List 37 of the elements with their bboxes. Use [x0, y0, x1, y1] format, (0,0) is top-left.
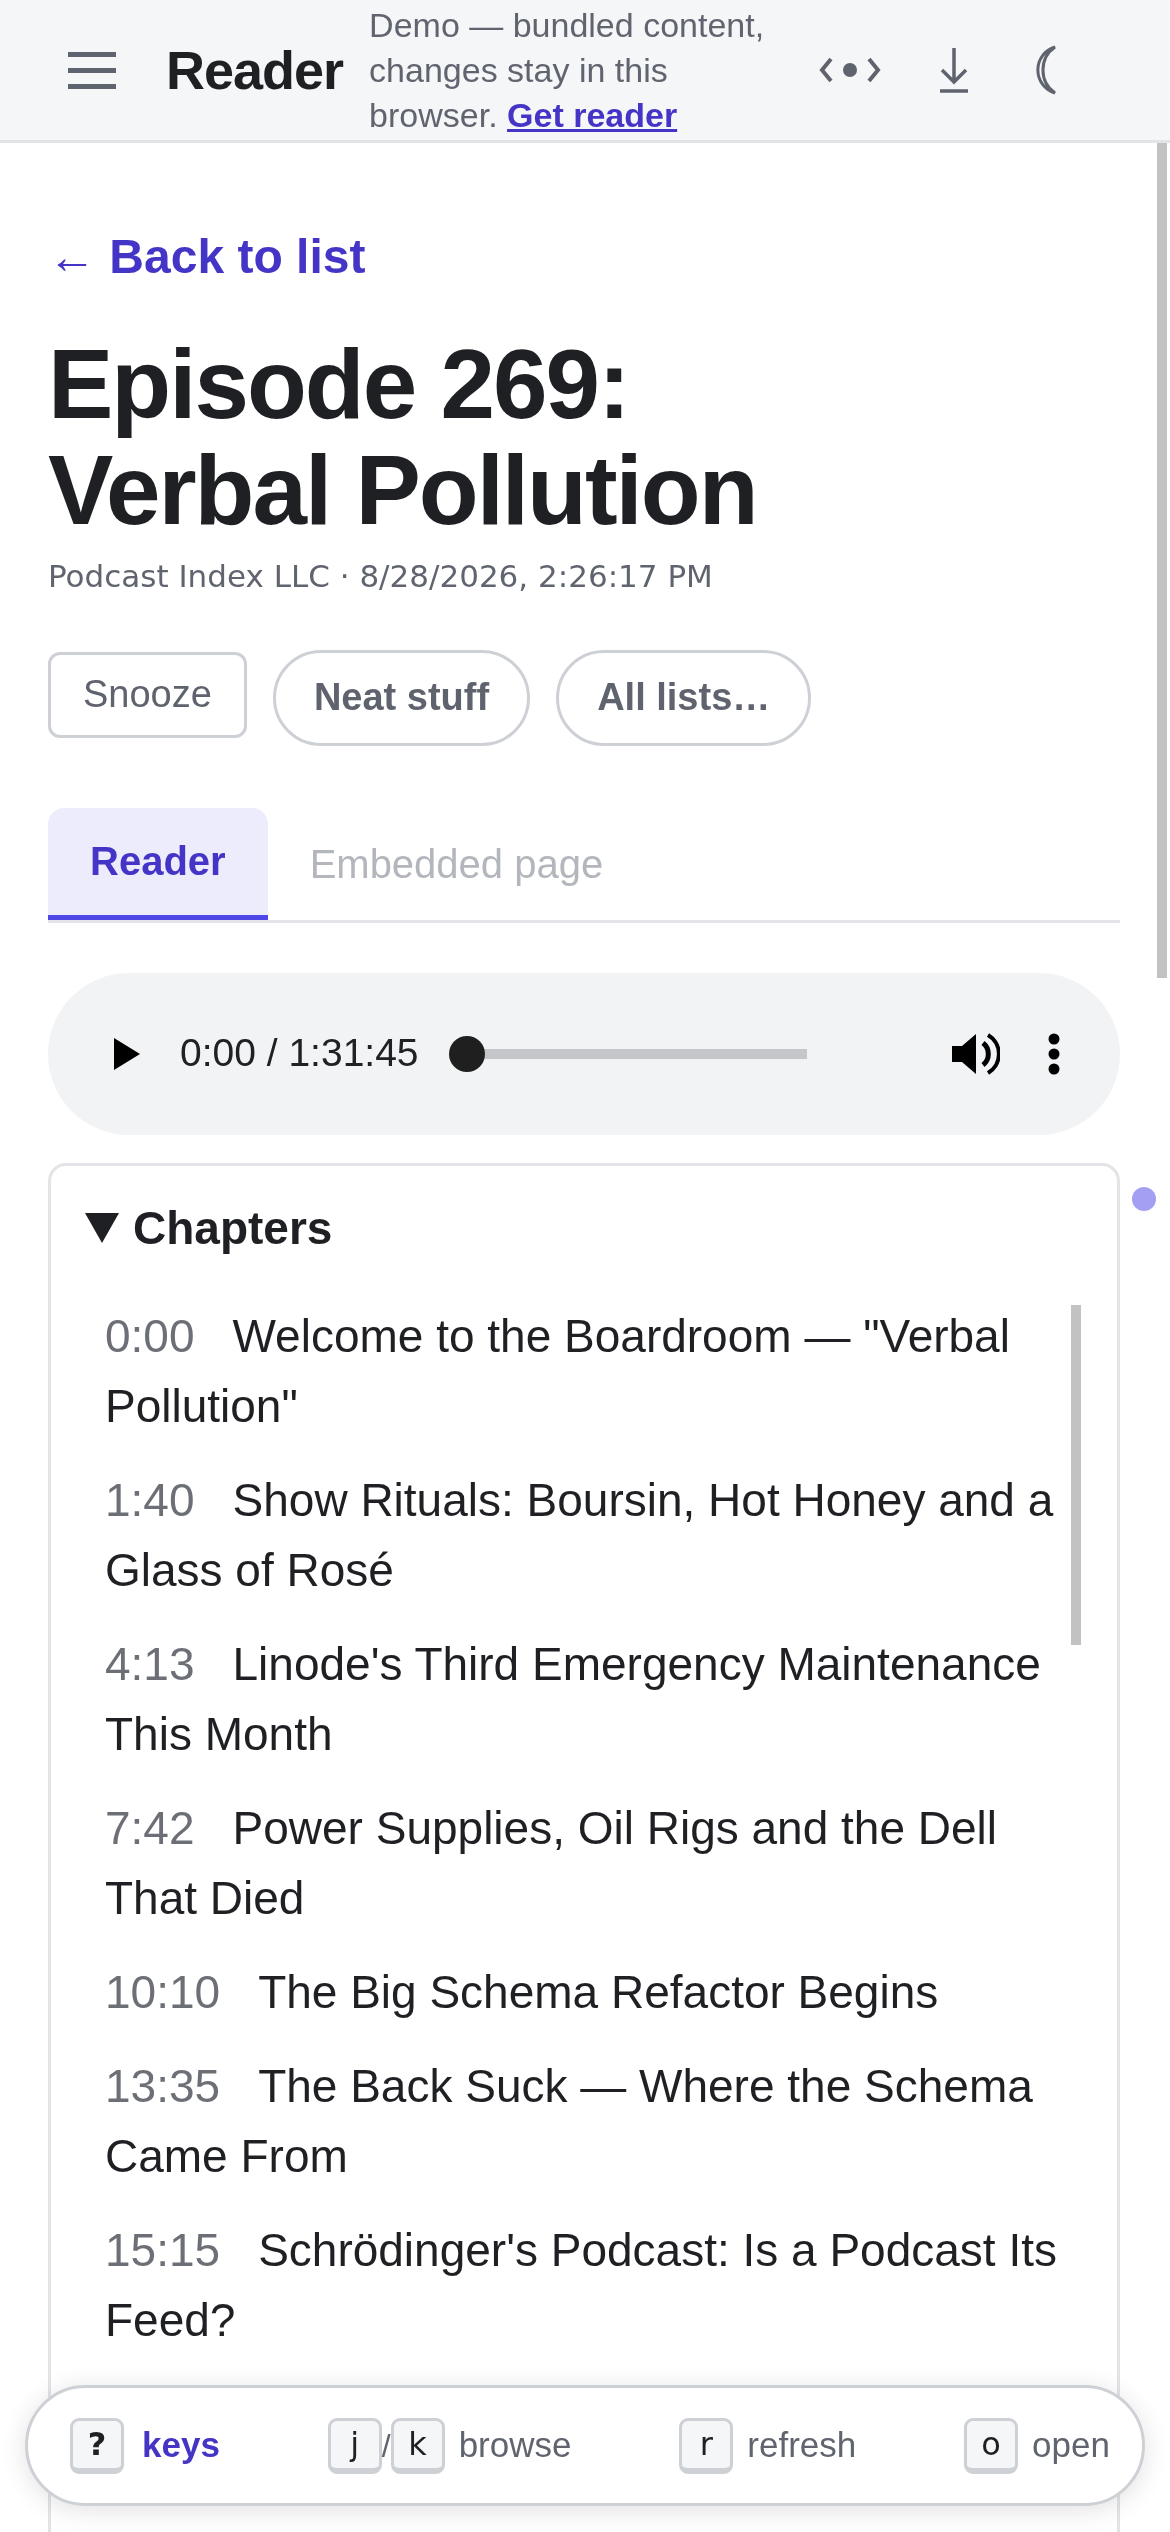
- key-separator: /: [381, 2426, 391, 2466]
- menu-icon[interactable]: [68, 50, 116, 90]
- action-button[interactable]: Neat stuff: [272, 649, 531, 746]
- chapter-item[interactable]: 0:00 Welcome to the Boardroom — "Verbal Pollution": [105, 1300, 1057, 1441]
- key-cap: r: [679, 2417, 734, 2474]
- episode-title: Episode 269: Verbal Pollution: [48, 331, 758, 543]
- key-cap: o: [964, 2417, 1019, 2474]
- key-cap: k: [390, 2417, 445, 2474]
- action-button[interactable]: All lists…: [556, 649, 812, 746]
- chapter-item[interactable]: 4:13 Linode's Third Emergency Maintenance This Month: [105, 1628, 1057, 1769]
- more-icon[interactable]: [1048, 1032, 1060, 1075]
- playback-time: 0:00 / 1:31:45: [180, 1030, 419, 1077]
- play-icon[interactable]: [112, 1035, 142, 1072]
- scrollbar[interactable]: [1157, 143, 1167, 978]
- key-cap: j: [327, 2417, 382, 2474]
- chapter-item[interactable]: 15:15 Schrödinger's Podcast: Is a Podcast Its Feed?: [105, 2214, 1057, 2355]
- scrollbar[interactable]: [1071, 1304, 1081, 1645]
- action-button[interactable]: Snooze: [48, 651, 247, 738]
- tab[interactable]: Reader: [48, 807, 268, 920]
- chapter-item[interactable]: 10:10 The Big Schema Refactor Begins: [105, 1956, 1057, 2027]
- episode-meta: Podcast Index LLC · 8/28/2026, 2:26:17 PM: [48, 557, 714, 596]
- back-link[interactable]: ← Back to list: [48, 221, 366, 293]
- triangle-down-icon[interactable]: [85, 1213, 119, 1243]
- shortcut-label: browse: [458, 2424, 572, 2467]
- app-title: Reader: [166, 38, 344, 102]
- key-cap: ?: [70, 2417, 124, 2474]
- indicator-dot: [1132, 1187, 1156, 1211]
- shortcut-label: refresh: [747, 2424, 857, 2467]
- chapter-item[interactable]: 1:40 Show Rituals: Boursin, Hot Honey and a Glass of Rosé: [105, 1464, 1057, 1605]
- seek-thumb[interactable]: [448, 1035, 485, 1072]
- chapters-heading[interactable]: Chapters: [133, 1193, 333, 1263]
- chapter-item[interactable]: 7:42 Power Supplies, Oil Rigs and the Dell That Died: [105, 1792, 1057, 1933]
- shortcut-label: open: [1032, 2424, 1110, 2467]
- demo-notice: Demo — bundled content, changes stay in this browser. Get reader: [369, 4, 766, 136]
- chapter-item[interactable]: 13:35 The Back Suck — Where the Schema Came From: [105, 2050, 1057, 2191]
- get-reader-link[interactable]: Get reader: [507, 95, 678, 134]
- shortcut-label[interactable]: keys: [142, 2419, 220, 2472]
